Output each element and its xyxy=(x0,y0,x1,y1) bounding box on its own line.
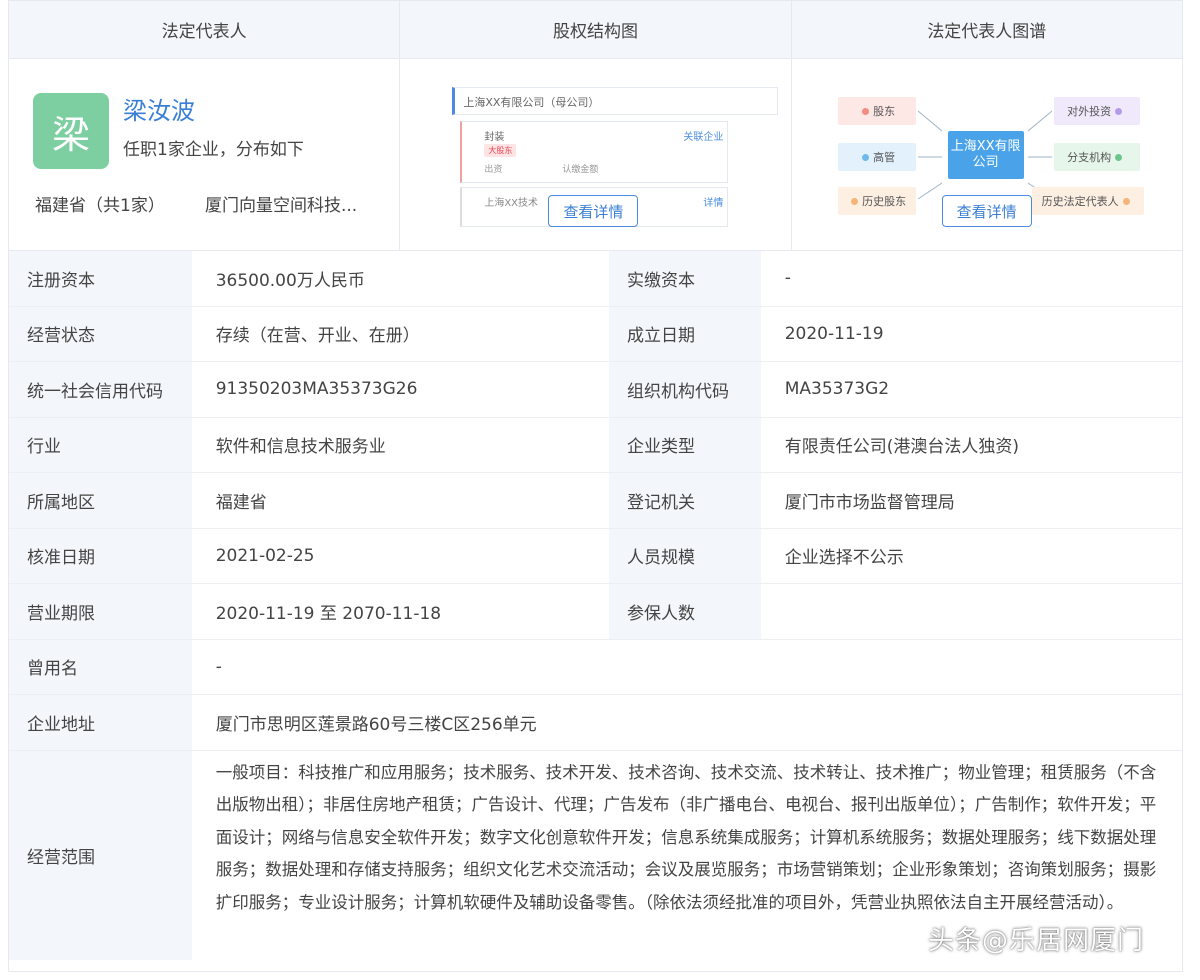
purple-dot-icon xyxy=(1115,107,1123,115)
graph-node-executives: 高管 xyxy=(837,143,916,171)
table-row: 曾用名 - xyxy=(9,639,1182,695)
watermark: 头条@乐居网厦门 xyxy=(928,926,1145,956)
equity-child-node: 封装 大股东 关联企业 出资 认缴金额 xyxy=(460,121,729,183)
orange-dot-icon xyxy=(1122,197,1130,205)
label-former-name: 曾用名 xyxy=(9,639,192,694)
label-org-code: 组织机构代码 xyxy=(608,362,761,417)
equity-child-2-name: 上海XX技术 xyxy=(484,198,539,209)
value-status: 存续（在营、开业、在册） xyxy=(191,306,609,361)
equity-root-node: 上海XX有限公司（母公司） xyxy=(452,87,779,115)
business-info-table: 注册资本 36500.00万人民币 实缴资本 - 经营状态 存续（在营、开业、在… xyxy=(9,251,1182,960)
panel-headers: 法定代表人 股权结构图 法定代表人图谱 xyxy=(9,1,1182,59)
equity-child-meta-b: 认缴金额 xyxy=(562,165,599,175)
table-row: 所属地区 福建省 登记机关 厦门市市场监督管理局 xyxy=(9,473,1182,529)
value-established: 2020-11-19 xyxy=(760,306,1182,361)
value-insured-count xyxy=(760,584,1182,639)
graph-node-former-legal-reps: 历史法定代表人 xyxy=(1031,187,1144,215)
value-org-code: MA35373G2 xyxy=(760,362,1182,417)
value-staff-size: 企业选择不公示 xyxy=(760,528,1182,583)
label-credit-code: 统一社会信用代码 xyxy=(9,362,192,417)
value-former-name: - xyxy=(191,639,1182,694)
avatar: 梁 xyxy=(33,93,109,169)
table-row: 营业期限 2020-11-19 至 2070-11-18 参保人数 xyxy=(9,584,1182,640)
blue-dot-icon xyxy=(862,153,870,161)
red-dot-icon xyxy=(862,107,870,115)
label-region: 所属地区 xyxy=(9,473,192,528)
value-paid-capital: - xyxy=(760,251,1182,306)
legal-rep-name-link[interactable]: 梁汝波 xyxy=(123,91,195,126)
value-approval-date: 2021-02-25 xyxy=(191,528,609,583)
label-established: 成立日期 xyxy=(608,306,761,361)
tab-legal-rep[interactable]: 法定代表人 xyxy=(9,1,401,58)
legal-rep-summary: 任职1家企业，分布如下 xyxy=(123,140,304,160)
table-row: 行业 软件和信息技术服务业 企业类型 有限责任公司(港澳台法人独资) xyxy=(9,417,1182,473)
graph-node-center-company: 上海XX有限公司 xyxy=(947,131,1024,179)
legal-rep-graph-panel[interactable]: 股东 高管 历史股东 上海XX有限公司 对外投资 分支机构 历史法定代表人 查看… xyxy=(791,59,1182,250)
value-industry: 软件和信息技术服务业 xyxy=(191,417,609,472)
equity-view-details-button[interactable]: 查看详情 xyxy=(548,195,639,227)
value-registration-authority: 厦门市市场监督管理局 xyxy=(760,473,1182,528)
graph-view-details-button[interactable]: 查看详情 xyxy=(941,195,1032,227)
orange-dot-icon xyxy=(851,197,859,205)
company-info-card: 法定代表人 股权结构图 法定代表人图谱 梁 梁汝波 任职1家企业，分布如下 福建… xyxy=(8,0,1183,972)
value-company-type: 有限责任公司(港澳台法人独资) xyxy=(760,417,1182,472)
value-business-term: 2020-11-19 至 2070-11-18 xyxy=(191,584,609,639)
table-row: 统一社会信用代码 91350203MA35373G26 组织机构代码 MA353… xyxy=(9,362,1182,418)
green-dot-icon xyxy=(1115,153,1123,161)
label-insured-count: 参保人数 xyxy=(608,584,761,639)
table-row: 核准日期 2021-02-25 人员规模 企业选择不公示 xyxy=(9,528,1182,584)
value-registered-capital: 36500.00万人民币 xyxy=(191,251,609,306)
equity-child-link: 关联企业 xyxy=(683,132,724,143)
table-row: 注册资本 36500.00万人民币 实缴资本 - xyxy=(9,251,1182,307)
label-company-type: 企业类型 xyxy=(608,417,761,472)
table-row: 企业地址 厦门市思明区莲景路60号三楼C区256单元 xyxy=(9,695,1182,751)
equity-structure-panel[interactable]: 上海XX有限公司（母公司） 封装 大股东 关联企业 出资 认缴金额 上海XX技术… xyxy=(400,59,792,250)
graph-node-investments: 对外投资 xyxy=(1053,97,1140,125)
legal-rep-province: 福建省（共1家） xyxy=(35,196,165,216)
graph-node-former-shareholders: 历史股东 xyxy=(837,187,916,215)
equity-child-name: 封装 xyxy=(484,132,505,143)
graph-node-shareholders: 股东 xyxy=(837,97,916,125)
equity-child-tag: 大股东 xyxy=(484,144,517,157)
tab-equity-structure[interactable]: 股权结构图 xyxy=(400,1,792,58)
tab-legal-rep-graph[interactable]: 法定代表人图谱 xyxy=(792,1,1182,58)
label-registered-capital: 注册资本 xyxy=(9,251,192,306)
legal-rep-company-link[interactable]: 厦门向量空间科技... xyxy=(205,191,357,216)
label-industry: 行业 xyxy=(9,417,192,472)
label-approval-date: 核准日期 xyxy=(9,528,192,583)
label-registration-authority: 登记机关 xyxy=(608,473,761,528)
label-staff-size: 人员规模 xyxy=(608,528,761,583)
label-business-term: 营业期限 xyxy=(9,584,192,639)
label-business-scope: 经营范围 xyxy=(9,750,192,960)
label-address: 企业地址 xyxy=(9,695,192,750)
graph-node-branches: 分支机构 xyxy=(1053,143,1140,171)
label-status: 经营状态 xyxy=(9,306,192,361)
equity-child-2-link: 详情 xyxy=(703,198,724,209)
top-panels: 梁 梁汝波 任职1家企业，分布如下 福建省（共1家） 厦门向量空间科技... 上… xyxy=(9,59,1182,251)
value-region: 福建省 xyxy=(191,473,609,528)
label-paid-capital: 实缴资本 xyxy=(608,251,761,306)
equity-child-meta-a: 出资 xyxy=(484,165,503,175)
value-address: 厦门市思明区莲景路60号三楼C区256单元 xyxy=(191,695,1182,750)
equity-root-title: 上海XX有限公司（母公司） xyxy=(463,96,600,109)
table-row: 经营状态 存续（在营、开业、在册） 成立日期 2020-11-19 xyxy=(9,306,1182,362)
value-credit-code: 91350203MA35373G26 xyxy=(191,362,609,417)
legal-rep-panel: 梁 梁汝波 任职1家企业，分布如下 福建省（共1家） 厦门向量空间科技... xyxy=(9,59,401,250)
